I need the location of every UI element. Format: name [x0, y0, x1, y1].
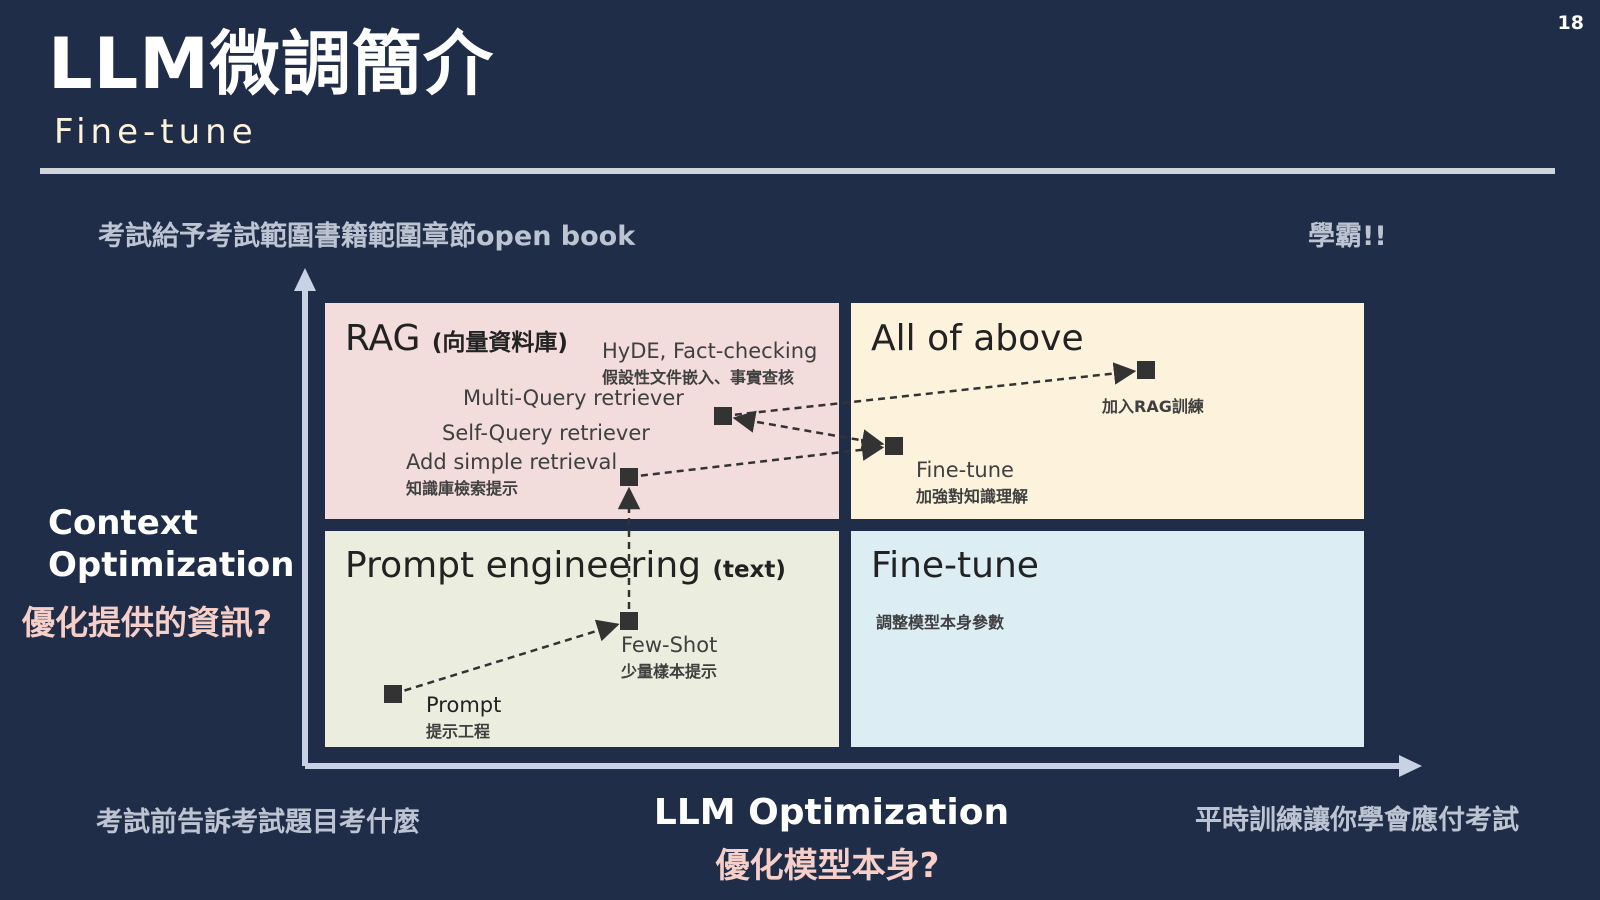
marker-prompt	[384, 685, 402, 703]
x-axis-arrowhead	[1399, 755, 1422, 777]
marker-add-rag	[1137, 361, 1155, 379]
y-axis-arrowhead	[294, 268, 316, 291]
slide: 18 LLM微調簡介 Fine-tune 考試給予考試範圍書籍範圍章節open …	[0, 0, 1600, 900]
marker-add-retrieval	[620, 468, 638, 486]
marker-few-shot	[620, 612, 638, 630]
progression-links	[404, 362, 1137, 692]
link-prompt-to-few-shot	[404, 619, 620, 692]
marker-finetune	[885, 437, 903, 455]
marker-multi-query	[714, 407, 732, 425]
link-multi-query-to-add-rag	[734, 362, 1137, 416]
technique-markers	[384, 361, 1155, 703]
link-add-retrieval-to-finetune	[640, 438, 885, 477]
link-finetune-to-multi-query	[732, 410, 885, 452]
chart-overlay	[294, 268, 1422, 777]
